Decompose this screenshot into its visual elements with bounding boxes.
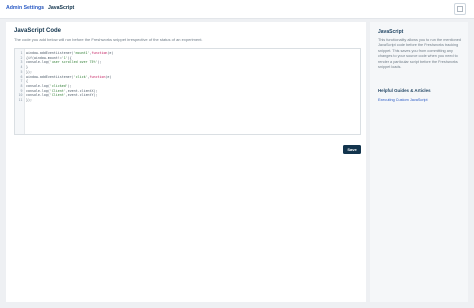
save-button[interactable]: Save — [343, 145, 361, 154]
executing-custom-javascript-link[interactable]: Executing Custom JavaScript — [378, 98, 428, 102]
section-description: The code you add below will run before t… — [14, 37, 203, 42]
sidebar-description: This functionality allows you to run the… — [378, 38, 461, 70]
code-line: 11}); — [15, 98, 355, 103]
help-sidebar: JavaScript This functionality allows you… — [370, 22, 468, 302]
breadcrumb-separator: › — [42, 5, 44, 11]
top-action-button[interactable] — [454, 3, 466, 15]
sidebar-title: JavaScript — [378, 29, 404, 35]
code-editor[interactable]: 1 window.addEventListener('mount1',functi… — [14, 48, 361, 135]
code-text: }); — [26, 98, 32, 102]
section-title: JavaScript Code — [14, 28, 62, 34]
breadcrumb-admin-settings[interactable]: Admin Settings — [6, 5, 44, 11]
breadcrumb-current: JavaScript — [48, 5, 75, 11]
checkbox-icon — [457, 6, 463, 12]
sidebar-guides-title: Helpful Guides & Articles — [378, 88, 431, 93]
top-bar: Admin Settings › JavaScript — [0, 0, 474, 19]
main-panel: JavaScript Code The code you add below w… — [6, 22, 366, 302]
line-number: 11 — [18, 98, 23, 102]
